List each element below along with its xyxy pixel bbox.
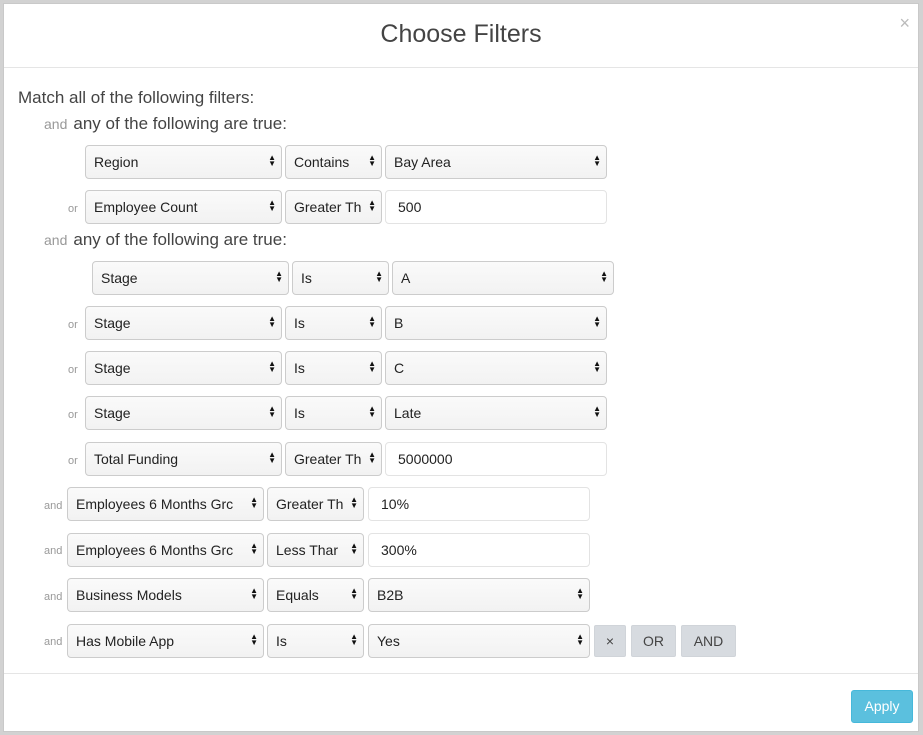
select-caret-icon: ▲ ▼	[268, 198, 276, 214]
select-caret-icon: ▲ ▼	[268, 450, 276, 466]
group-conjunction: and	[44, 116, 68, 132]
select-caret-icon: ▲ ▼	[576, 586, 584, 602]
select-caret-icon: ▲ ▼	[275, 269, 283, 285]
row-conjunction: and	[44, 545, 63, 557]
group-label: any of the following are true:	[73, 114, 287, 133]
modal-title: Choose Filters	[380, 20, 542, 48]
group-label: any of the following are true:	[73, 230, 287, 249]
value-input[interactable]: 10%	[368, 487, 590, 521]
field-select[interactable]: Has Mobile App ▲ ▼	[67, 624, 264, 658]
row-conjunction: or	[68, 319, 78, 331]
field-select[interactable]: Stage ▲ ▼	[85, 306, 282, 340]
select-caret-icon: ▲ ▼	[368, 153, 376, 169]
field-select[interactable]: Employee Count ▲ ▼	[85, 190, 282, 224]
row-conjunction: or	[68, 455, 78, 467]
select-caret-icon: ▲ ▼	[268, 359, 276, 375]
value-select[interactable]: B2B ▲ ▼	[368, 578, 590, 612]
close-icon[interactable]: ×	[899, 14, 910, 32]
operator-select[interactable]: Equals ▲ ▼	[267, 578, 364, 612]
field-select[interactable]: Stage ▲ ▼	[85, 351, 282, 385]
select-caret-icon: ▲ ▼	[593, 314, 601, 330]
operator-select[interactable]: Is ▲ ▼	[292, 261, 389, 295]
select-caret-icon: ▲ ▼	[368, 359, 376, 375]
row-conjunction: or	[68, 203, 78, 215]
filter-modal: Choose Filters × Match all of the follow…	[3, 3, 919, 732]
value-select[interactable]: C ▲ ▼	[385, 351, 607, 385]
select-caret-icon: ▲ ▼	[350, 541, 358, 557]
group-header: and any of the following are true:	[44, 230, 287, 250]
operator-select[interactable]: Is ▲ ▼	[285, 396, 382, 430]
select-caret-icon: ▲ ▼	[268, 153, 276, 169]
select-caret-icon: ▲ ▼	[593, 153, 601, 169]
select-caret-icon: ▲ ▼	[350, 632, 358, 648]
row-conjunction: or	[68, 364, 78, 376]
select-caret-icon: ▲ ▼	[250, 586, 258, 602]
match-label: Match all of the following filters:	[18, 88, 255, 107]
field-select[interactable]: Employees 6 Months Grc ▲ ▼	[67, 487, 264, 521]
value-input[interactable]: 500	[385, 190, 607, 224]
operator-select[interactable]: Contains ▲ ▼	[285, 145, 382, 179]
value-input[interactable]: 300%	[368, 533, 590, 567]
select-caret-icon: ▲ ▼	[250, 541, 258, 557]
select-caret-icon: ▲ ▼	[593, 404, 601, 420]
select-caret-icon: ▲ ▼	[350, 586, 358, 602]
footer-divider	[4, 673, 918, 674]
select-caret-icon: ▲ ▼	[350, 495, 358, 511]
add-and-button[interactable]: AND	[681, 625, 736, 657]
select-caret-icon: ▲ ▼	[250, 632, 258, 648]
operator-select[interactable]: Is ▲ ▼	[285, 351, 382, 385]
row-conjunction: and	[44, 500, 63, 512]
field-select[interactable]: Region ▲ ▼	[85, 145, 282, 179]
apply-button[interactable]: Apply	[851, 690, 913, 723]
field-select[interactable]: Stage ▲ ▼	[85, 396, 282, 430]
field-select[interactable]: Stage ▲ ▼	[92, 261, 289, 295]
row-conjunction: and	[44, 591, 63, 603]
operator-select[interactable]: Greater Th ▲ ▼	[285, 190, 382, 224]
modal-header: Choose Filters ×	[4, 4, 918, 68]
value-select[interactable]: Late ▲ ▼	[385, 396, 607, 430]
row-conjunction: and	[44, 636, 63, 648]
group-conjunction: and	[44, 232, 68, 248]
operator-select[interactable]: Greater Th ▲ ▼	[267, 487, 364, 521]
select-caret-icon: ▲ ▼	[368, 314, 376, 330]
field-select[interactable]: Business Models ▲ ▼	[67, 578, 264, 612]
select-caret-icon: ▲ ▼	[368, 198, 376, 214]
field-select[interactable]: Total Funding ▲ ▼	[85, 442, 282, 476]
operator-select[interactable]: Is ▲ ▼	[285, 306, 382, 340]
select-caret-icon: ▲ ▼	[268, 314, 276, 330]
select-caret-icon: ▲ ▼	[600, 269, 608, 285]
operator-select[interactable]: Greater Th ▲ ▼	[285, 442, 382, 476]
value-input[interactable]: 5000000	[385, 442, 607, 476]
operator-select[interactable]: Less Thar ▲ ▼	[267, 533, 364, 567]
select-caret-icon: ▲ ▼	[576, 632, 584, 648]
remove-row-button[interactable]: ×	[594, 625, 626, 657]
select-caret-icon: ▲ ▼	[368, 450, 376, 466]
row-conjunction: or	[68, 409, 78, 421]
group-header: and any of the following are true:	[44, 114, 287, 134]
value-select[interactable]: B ▲ ▼	[385, 306, 607, 340]
select-caret-icon: ▲ ▼	[375, 269, 383, 285]
value-select[interactable]: Yes ▲ ▼	[368, 624, 590, 658]
select-caret-icon: ▲ ▼	[250, 495, 258, 511]
field-select[interactable]: Employees 6 Months Grc ▲ ▼	[67, 533, 264, 567]
select-caret-icon: ▲ ▼	[268, 404, 276, 420]
operator-select[interactable]: Is ▲ ▼	[267, 624, 364, 658]
select-caret-icon: ▲ ▼	[593, 359, 601, 375]
value-select[interactable]: A ▲ ▼	[392, 261, 614, 295]
value-select[interactable]: Bay Area ▲ ▼	[385, 145, 607, 179]
add-or-button[interactable]: OR	[631, 625, 676, 657]
select-caret-icon: ▲ ▼	[368, 404, 376, 420]
